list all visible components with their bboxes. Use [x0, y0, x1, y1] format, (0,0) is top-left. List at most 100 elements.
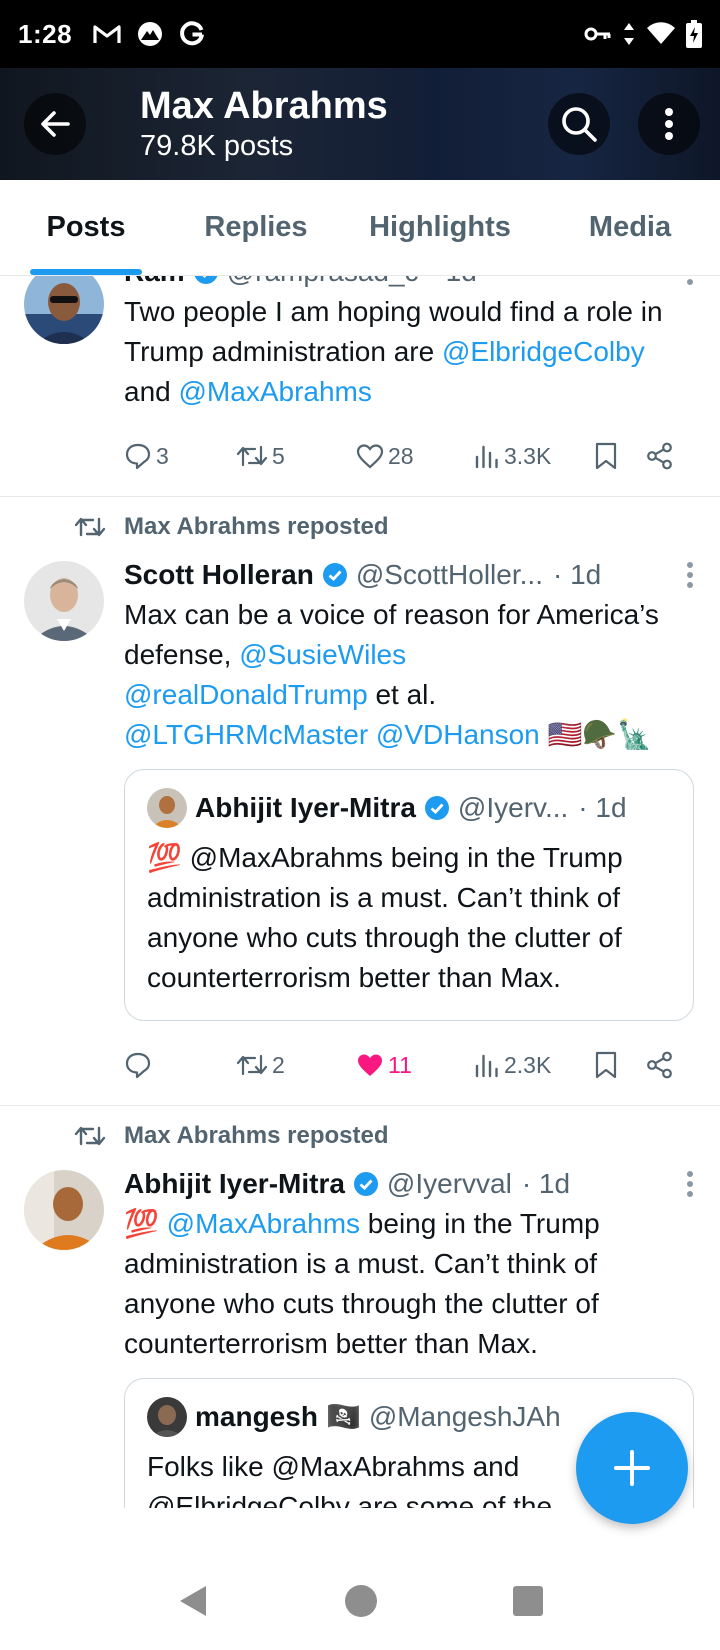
- repost-label[interactable]: Max Abrahms reposted: [124, 513, 389, 541]
- bookmark-button[interactable]: [594, 442, 646, 470]
- author-name[interactable]: Ram: [124, 276, 185, 292]
- reply-icon: [125, 443, 151, 470]
- views-count: 3.3K: [504, 442, 552, 469]
- search-icon: [562, 107, 597, 142]
- quoted-author-name: mangesh: [195, 1401, 318, 1432]
- tab-replies[interactable]: Replies: [172, 180, 340, 275]
- back-button[interactable]: [24, 93, 86, 155]
- bookmark-button[interactable]: [594, 1051, 646, 1079]
- mention-link[interactable]: @LTGHRMcMaster: [124, 719, 368, 750]
- mention-link[interactable]: @realDonaldTrump: [124, 679, 368, 710]
- data-arrows-icon: [622, 21, 636, 47]
- nav-recents-icon[interactable]: [512, 1585, 544, 1622]
- pirate-flag-emoji: 🏴‍☠️: [325, 1401, 361, 1432]
- views-count: 2.3K: [504, 1051, 552, 1078]
- status-bar: 1:28: [0, 0, 720, 68]
- tab-posts-label: Posts: [46, 211, 126, 243]
- app-icon: [136, 20, 164, 48]
- post-more-icon[interactable]: [686, 1170, 694, 1198]
- verified-badge-icon: [353, 1171, 379, 1197]
- like-button[interactable]: 11: [356, 1052, 474, 1079]
- system-nav-bar: [0, 1556, 720, 1650]
- reply-count: 3: [156, 442, 169, 469]
- views-button[interactable]: 3.3K: [474, 443, 594, 470]
- mention-link[interactable]: @SusieWiles: [239, 639, 406, 670]
- reply-button[interactable]: 3: [124, 442, 236, 470]
- share-icon: [647, 1051, 672, 1079]
- profile-header: Max Abrahms 79.8K posts: [0, 68, 720, 180]
- more-vertical-icon: [665, 108, 673, 140]
- post-more-icon[interactable]: [686, 561, 694, 589]
- quoted-text: 💯 @MaxAbrahms being in the Trump adminis…: [147, 842, 623, 993]
- tab-highlights-label: Highlights: [369, 211, 511, 243]
- like-button[interactable]: 28: [356, 443, 474, 470]
- repost-count: 5: [272, 442, 285, 469]
- tab-media-label: Media: [588, 211, 672, 243]
- tab-highlights[interactable]: Highlights: [340, 180, 540, 275]
- views-chart-icon: [475, 445, 498, 469]
- post[interactable]: Ram @ramprasad_c · 1d Two people I am ho…: [0, 276, 720, 497]
- tab-posts[interactable]: Posts: [0, 180, 172, 275]
- status-time: 1:28: [18, 18, 73, 49]
- repost-count: 2: [272, 1051, 285, 1078]
- active-tab-indicator: [30, 269, 142, 275]
- mention-link[interactable]: @MaxAbrahms: [179, 376, 372, 407]
- reply-icon: [125, 1052, 151, 1079]
- views-button[interactable]: 2.3K: [474, 1052, 594, 1079]
- author-handle[interactable]: @ScottHoller...: [356, 555, 543, 595]
- post-actions: 3 5 28 3.3K: [124, 426, 694, 486]
- mention-link[interactable]: @MaxAbrahms: [167, 1208, 360, 1239]
- quoted-author-name: Abhijit Iyer-Mitra: [195, 792, 416, 823]
- post-text: Two people I am hoping would find a role…: [124, 296, 663, 407]
- post[interactable]: Max Abrahms reposted Scott Holleran @Sco…: [0, 497, 720, 1106]
- arrow-left-icon: [41, 111, 70, 137]
- profile-name: Max Abrahms: [140, 85, 388, 127]
- compose-post-button[interactable]: [576, 1412, 688, 1524]
- quoted-post[interactable]: Abhijit Iyer-Mitra @Iyerv... · 1d 💯 @Max…: [124, 769, 694, 1021]
- bookmark-icon: [595, 1051, 617, 1079]
- post-time: · 1d: [552, 559, 602, 590]
- heart-icon: [356, 444, 384, 469]
- repost-icon: [236, 445, 268, 467]
- quoted-avatar: [147, 788, 187, 828]
- wifi-icon: [646, 22, 676, 46]
- repost-button[interactable]: 2: [236, 1052, 356, 1079]
- repost-icon: [236, 1054, 268, 1076]
- nav-back-icon[interactable]: [176, 1583, 210, 1624]
- emoji-hundred: 💯: [124, 1208, 159, 1239]
- gmail-icon: [92, 22, 122, 46]
- mention-link[interactable]: @VDHanson: [376, 719, 540, 750]
- avatar[interactable]: [24, 1170, 104, 1250]
- emoji-flags: 🇺🇸🪖🗽: [547, 719, 653, 750]
- author-handle[interactable]: @Iyervval: [387, 1164, 512, 1204]
- avatar[interactable]: [24, 561, 104, 641]
- quoted-author-handle: @Iyerv...: [457, 792, 569, 823]
- post-time: · 1d: [521, 1168, 571, 1199]
- repost-indicator: Max Abrahms reposted: [0, 497, 720, 545]
- author-name[interactable]: Scott Holleran: [124, 555, 314, 595]
- repost-indicator: Max Abrahms reposted: [0, 1106, 720, 1154]
- nav-home-icon[interactable]: [343, 1583, 379, 1624]
- quoted-author-handle: @MangeshJAh: [368, 1401, 561, 1432]
- reply-button[interactable]: [124, 1051, 236, 1079]
- views-chart-icon: [475, 1054, 498, 1078]
- vpn-key-icon: [584, 25, 612, 43]
- more-options-button[interactable]: [638, 93, 700, 155]
- mention-link[interactable]: @ElbridgeColby: [442, 336, 645, 367]
- like-count: 28: [388, 442, 414, 469]
- verified-badge-icon: [322, 562, 348, 588]
- author-handle[interactable]: @ramprasad_c: [227, 276, 419, 292]
- search-button[interactable]: [548, 93, 610, 155]
- bookmark-icon: [595, 442, 617, 470]
- post-count: 79.8K posts: [140, 130, 294, 162]
- share-button[interactable]: [646, 442, 674, 470]
- post-more-icon[interactable]: [686, 276, 694, 286]
- battery-icon: [686, 20, 702, 48]
- tab-media[interactable]: Media: [540, 180, 720, 275]
- post-text: 💯 @MaxAbrahms being in the Trump adminis…: [124, 1208, 600, 1359]
- share-button[interactable]: [646, 1051, 674, 1079]
- author-name[interactable]: Abhijit Iyer-Mitra: [124, 1164, 345, 1204]
- repost-label[interactable]: Max Abrahms reposted: [124, 1122, 389, 1150]
- repost-button[interactable]: 5: [236, 443, 356, 470]
- avatar[interactable]: [24, 276, 104, 344]
